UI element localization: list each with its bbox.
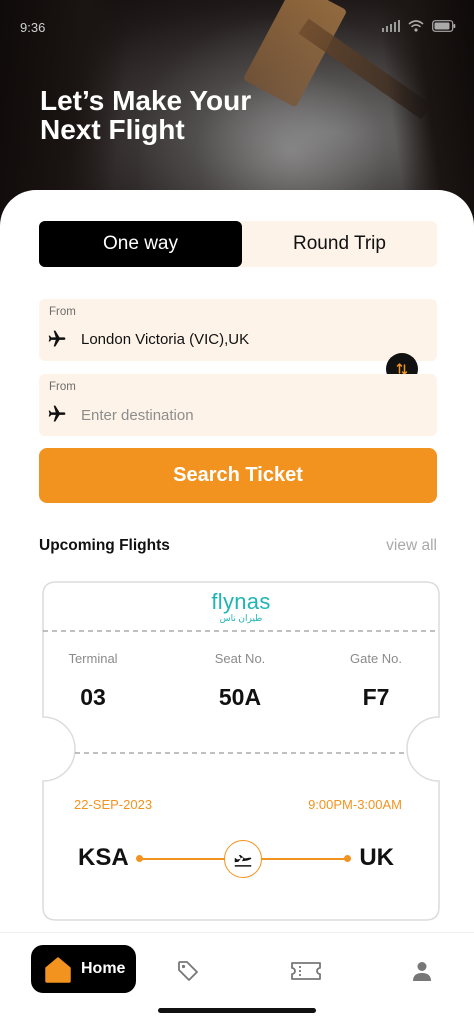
- seat-label: Seat No.: [214, 651, 266, 666]
- ticket-icon: [291, 962, 321, 980]
- airplane-icon: [48, 405, 66, 422]
- gate-value: F7: [362, 684, 390, 710]
- terminal-label: Terminal: [68, 651, 118, 666]
- route-dot-destination: [344, 855, 351, 862]
- seat-value: 50A: [218, 684, 262, 710]
- cellular-signal-icon: [382, 20, 400, 32]
- nav-tickets-button[interactable]: [290, 957, 322, 985]
- tab-one-way[interactable]: One way: [39, 221, 242, 267]
- gate-label: Gate No.: [349, 651, 403, 666]
- tag-icon: [178, 961, 198, 981]
- home-indicator-bar: [158, 1008, 316, 1013]
- destination-field-label: From: [49, 381, 76, 393]
- search-sheet: One way Round Trip From From Search Tick…: [0, 190, 474, 1025]
- destination-input[interactable]: [81, 405, 401, 425]
- route-dot-origin: [136, 855, 143, 862]
- flight-date: 22-SEP-2023: [74, 797, 153, 812]
- trip-type-toggle: One way Round Trip: [39, 221, 437, 267]
- hero-title-line-1: Let’s Make Your: [40, 85, 252, 116]
- plane-takeoff-icon: [234, 854, 252, 867]
- hero-title: Let’s Make Your Next Flight: [40, 86, 360, 144]
- status-icons: [382, 20, 456, 32]
- search-ticket-button[interactable]: Search Ticket: [39, 448, 437, 503]
- status-bar: 9:36: [0, 0, 474, 54]
- ticket-info: Terminal 03 Seat No. 50A Gate No. F7: [42, 651, 440, 721]
- nav-offers-button[interactable]: [174, 957, 202, 985]
- from-field[interactable]: From: [39, 299, 437, 361]
- terminal-column: Terminal 03: [28, 651, 158, 711]
- destination-field[interactable]: From: [39, 374, 437, 436]
- status-time: 9:36: [20, 20, 46, 35]
- battery-icon: [432, 20, 456, 32]
- upcoming-flights-title: Upcoming Flights: [39, 537, 170, 554]
- route-plane-badge: [224, 840, 262, 878]
- hero-title-line-2: Next Flight: [40, 114, 185, 145]
- destination-code: UK: [359, 844, 394, 871]
- airline-name-arabic: طيران ناس: [219, 613, 263, 623]
- view-all-link[interactable]: view all: [386, 537, 437, 555]
- tab-round-trip[interactable]: Round Trip: [242, 221, 437, 267]
- terminal-value: 03: [80, 684, 106, 710]
- profile-icon: [413, 962, 431, 981]
- flight-ticket-card[interactable]: flynas طيران ناس Terminal 03 Seat No. 50…: [42, 581, 440, 921]
- seat-column: Seat No. 50A: [175, 651, 305, 711]
- wifi-icon: [408, 20, 424, 32]
- home-icon: [45, 957, 71, 983]
- from-input[interactable]: [81, 331, 401, 348]
- airline-name: flynas: [211, 589, 271, 614]
- bottom-navigation: Home: [0, 932, 474, 1025]
- nav-home-button[interactable]: Home: [31, 945, 136, 993]
- airplane-icon: [48, 330, 66, 347]
- from-field-label: From: [49, 306, 76, 318]
- origin-code: KSA: [78, 844, 129, 871]
- gate-column: Gate No. F7: [311, 651, 441, 711]
- nav-profile-button[interactable]: [408, 957, 436, 985]
- airline-logo: flynas طيران ناس: [42, 589, 440, 624]
- nav-home-label: Home: [81, 960, 126, 977]
- flight-time: 9:00PM-3:00AM: [308, 797, 402, 812]
